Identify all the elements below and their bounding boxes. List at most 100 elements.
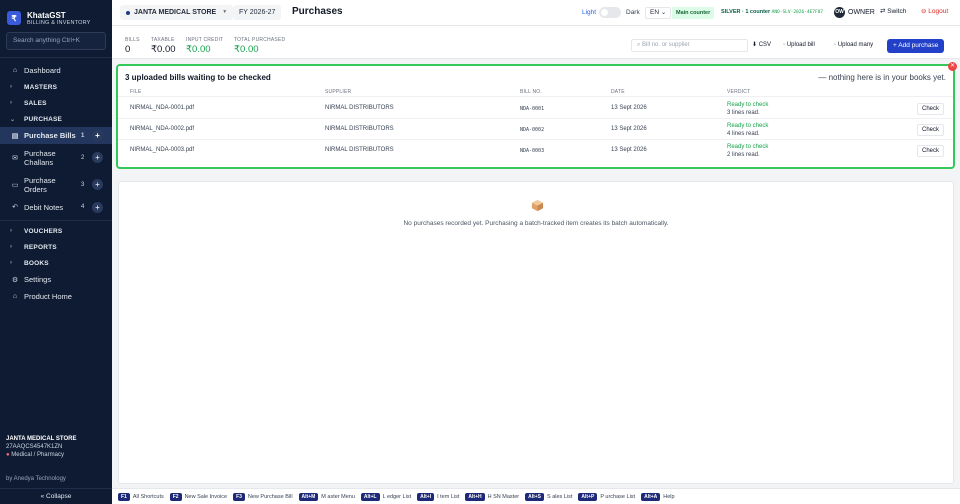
uploaded-bills-note: — nothing here is in your books yet. — [818, 73, 946, 82]
purchases-empty-state: No purchases recorded yet. Purchasing a … — [118, 181, 954, 484]
sidebar-group-purchase[interactable]: ⌄ PURCHASE — [0, 111, 112, 127]
supplier-name: NIRMAL DISTRIBUTORS — [325, 147, 394, 153]
sidebar-group-masters[interactable]: › MASTERS — [0, 79, 112, 95]
chevron-down-icon: ▼ — [222, 9, 228, 15]
sidebar-item-label: Purchase Challans — [24, 148, 56, 167]
sidebar-group-reports[interactable]: › REPORTS — [0, 239, 112, 255]
sidebar-item-purchase-challans[interactable]: ✉ Purchase Challans 2 + — [0, 144, 112, 171]
shortcut-label: H SN Master — [487, 493, 520, 500]
home-icon: ⌂ — [12, 293, 18, 300]
column-header-bill-no: BILL NO. — [520, 89, 542, 95]
upload-bill-button[interactable]: ▫ Upload bill — [783, 39, 815, 52]
sidebar-item-label: Purchase Bills — [24, 131, 76, 140]
add-purchase-order-button[interactable]: + — [92, 179, 103, 190]
shortcut-label: I tem List — [437, 493, 460, 500]
table-row: NIRMAL_NDA-0001.pdf NIRMAL DISTRIBUTORS … — [118, 98, 953, 119]
store-type-label: Medical / Pharmacy — [11, 452, 64, 458]
sidebar-group-label: PURCHASE — [24, 115, 63, 123]
verdict: Ready to check 4 lines read. — [727, 122, 768, 138]
sidebar-group-label: MASTERS — [24, 83, 58, 91]
shortcut-all[interactable]: F1 All Shortcuts — [118, 492, 164, 501]
sidebar-item-settings[interactable]: ⚙ Settings — [0, 271, 112, 288]
check-button[interactable]: Check — [917, 124, 944, 136]
bill-search-input[interactable]: ⌕ Bill no. or supplier — [631, 39, 748, 52]
shortcut-label: L edger List — [382, 493, 412, 500]
doc-icon: ▭ — [11, 181, 19, 189]
file-name: NIRMAL_NDA-0002.pdf — [130, 126, 195, 132]
fiscal-year-selector[interactable]: FY 2026-27 — [233, 5, 282, 20]
verdict-status: Ready to check — [727, 144, 769, 150]
theme-light-label[interactable]: Light — [582, 9, 596, 16]
counter-badge: Main counter — [672, 7, 715, 19]
uploaded-bills-panel: 3 uploaded bills waiting to be checked —… — [116, 62, 957, 169]
sidebar-item-dashboard[interactable]: ⌂ Dashboard — [0, 62, 112, 79]
sidebar-item-product-home[interactable]: ⌂ Product Home — [0, 288, 112, 305]
check-button[interactable]: Check — [917, 145, 944, 157]
shortcut-purchase-list[interactable]: Alt+P P urchase List — [578, 492, 635, 501]
sidebar-item-purchase-orders[interactable]: ▭ Purchase Orders 3 + — [0, 171, 112, 198]
bill-date: 13 Sept 2026 — [611, 105, 647, 111]
shortcut-item-list[interactable]: Alt+I I tem List — [417, 492, 460, 501]
column-header-date: DATE — [611, 89, 625, 95]
table-row: NIRMAL_NDA-0002.pdf NIRMAL DISTRIBUTORS … — [118, 119, 953, 140]
shortcut-master-menu[interactable]: Alt+M M aster Menu — [298, 492, 355, 501]
user-role: OWNER — [848, 9, 875, 16]
store-selector[interactable]: JANTA MEDICAL STORE ▼ — [120, 5, 234, 20]
add-purchase-button[interactable]: + Add purchase — [887, 39, 945, 53]
pill-icon: ● — [6, 452, 10, 458]
shortcut-hsn-master[interactable]: Alt+H H SN Master — [465, 492, 520, 501]
shortcut-sales-list[interactable]: Alt+S S ales List — [525, 492, 572, 501]
sidebar-group-sales[interactable]: › SALES — [0, 95, 112, 111]
csv-export-button[interactable]: ⬇ CSV — [752, 39, 771, 52]
language-selector[interactable]: EN ⌄ — [645, 7, 672, 19]
bill-number: NDA-0001 — [520, 106, 545, 112]
sidebar-group-label: BOOKS — [24, 259, 49, 267]
bill-date: 13 Sept 2026 — [611, 147, 647, 153]
logout-button[interactable]: ⊖ Logout — [917, 6, 952, 18]
plan-badge: SILVER · 1 counter ANO-SLV-2026-4E7F87 — [721, 9, 823, 15]
theme-dark-label[interactable]: Dark — [626, 9, 640, 16]
empty-state-message: No purchases recorded yet. Purchasing a … — [403, 220, 669, 227]
switch-button[interactable]: ⇄ Switch — [876, 6, 910, 18]
stat-value: ₹0.00 — [234, 44, 259, 55]
shortcut-help[interactable]: Alt+A Help — [641, 492, 675, 501]
shortcut-new-purchase[interactable]: F3 New Purchase Bill — [233, 492, 293, 501]
upload-many-button[interactable]: ▫ Upload many — [834, 39, 873, 52]
table-row: NIRMAL_NDA-0003.pdf NIRMAL DISTRIBUTORS … — [118, 140, 953, 161]
check-button[interactable]: Check — [917, 103, 944, 115]
add-purchase-bill-button[interactable]: + — [92, 130, 103, 141]
sidebar-search-input[interactable]: Search anything Ctrl+K — [6, 32, 106, 50]
verdict-status: Ready to check — [727, 123, 769, 129]
box-icon — [531, 199, 544, 212]
avatar[interactable]: OW — [834, 7, 845, 18]
stat-bills: BILLS 0 — [125, 37, 140, 55]
sidebar-group-books[interactable]: › BOOKS — [0, 255, 112, 271]
page-title: Purchases — [292, 6, 343, 17]
sidebar-group-vouchers[interactable]: › VOUCHERS — [0, 223, 112, 239]
upload-icon: ▫ — [834, 42, 837, 48]
sidebar-item-count: 4 — [81, 204, 85, 210]
sidebar-item-purchase-bills[interactable]: ▤ Purchase Bills 1 + — [0, 127, 112, 144]
add-debit-note-button[interactable]: + — [92, 201, 103, 213]
theme-toggle[interactable] — [599, 7, 621, 18]
sidebar-item-count: 3 — [81, 181, 85, 188]
brand-logo-icon: ₹ — [7, 11, 21, 25]
file-name: NIRMAL_NDA-0003.pdf — [130, 147, 195, 153]
shortcut-key: Alt+L — [360, 492, 380, 501]
shortcut-key: F2 — [169, 492, 182, 501]
add-purchase-challan-button[interactable]: + — [92, 152, 103, 163]
stat-value: 0 — [125, 44, 131, 55]
sidebar-item-debit-notes[interactable]: ↶ Debit Notes 4 + — [0, 198, 112, 216]
shortcut-new-sale[interactable]: F2 New Sale Invoice — [169, 492, 227, 501]
uploaded-bills-title: 3 uploaded bills waiting to be checked — [125, 73, 271, 82]
top-bar: JANTA MEDICAL STORE ▼ FY 2026-27 Purchas… — [112, 0, 960, 26]
mail-icon: ✉ — [12, 154, 18, 162]
sidebar-item-label: Dashboard — [24, 66, 61, 75]
file-name: NIRMAL_NDA-0001.pdf — [130, 105, 195, 111]
collapse-sidebar-button[interactable]: « Collapse — [0, 488, 112, 504]
bill-date: 13 Sept 2026 — [611, 126, 647, 132]
store-selector-label: JANTA MEDICAL STORE — [134, 9, 217, 16]
close-icon[interactable]: ✕ — [948, 62, 957, 71]
shortcut-ledger-list[interactable]: Alt+L L edger List — [360, 492, 412, 501]
upload-icon: ▫ — [783, 42, 786, 48]
